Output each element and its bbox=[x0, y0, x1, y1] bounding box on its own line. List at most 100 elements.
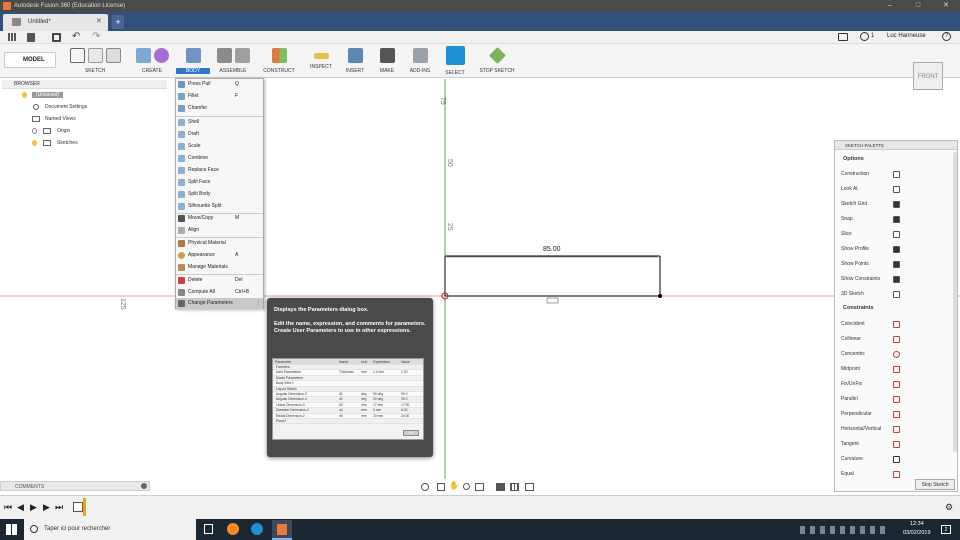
menu-item-split-face[interactable]: Split Face bbox=[176, 177, 263, 188]
measure-icon[interactable] bbox=[313, 53, 329, 59]
new-component-icon[interactable] bbox=[216, 48, 232, 63]
constraints-header[interactable]: Constraints bbox=[835, 302, 957, 314]
menu-item-physical-material[interactable]: Physical Material bbox=[176, 238, 263, 249]
last-step-icon[interactable]: ⏭ bbox=[55, 502, 63, 513]
chrome-icon[interactable] bbox=[251, 523, 263, 535]
more-options-icon[interactable]: ⋮ bbox=[256, 298, 261, 309]
orbit-icon[interactable] bbox=[421, 483, 429, 491]
grid-settings-icon[interactable] bbox=[510, 483, 519, 491]
minimize-icon[interactable]: – bbox=[876, 0, 904, 12]
menu-item-align[interactable]: Align bbox=[176, 225, 263, 236]
box-icon[interactable] bbox=[135, 48, 151, 63]
menu-item-replace-face[interactable]: Replace Face bbox=[176, 165, 263, 176]
constraint-curvature[interactable]: Curvature bbox=[835, 452, 957, 467]
data-panel-icon[interactable] bbox=[8, 33, 17, 41]
option-show-constraints[interactable]: Show Constraints bbox=[835, 272, 957, 287]
checkbox-checked-icon[interactable] bbox=[893, 246, 900, 253]
zoom-window-icon[interactable] bbox=[475, 483, 484, 491]
constraint-perpendicular[interactable]: Perpendicular bbox=[835, 407, 957, 422]
workspace-switcher[interactable]: MODEL bbox=[4, 52, 56, 68]
bulb-icon[interactable] bbox=[32, 140, 37, 146]
browser-root[interactable]: (Unsaved) bbox=[2, 89, 167, 101]
ribbon-group-make[interactable]: MAKE bbox=[372, 44, 402, 78]
save-icon[interactable] bbox=[52, 33, 61, 42]
firefox-icon[interactable] bbox=[227, 523, 239, 535]
palette-scrollbar[interactable] bbox=[953, 152, 957, 452]
ribbon-group-select[interactable]: SELECT bbox=[440, 44, 470, 78]
bulb-icon[interactable] bbox=[22, 92, 27, 98]
menu-item-scale[interactable]: Scale bbox=[176, 141, 263, 152]
menu-item-split-body[interactable]: Split Body bbox=[176, 189, 263, 200]
menu-item-delete[interactable]: Delete Del bbox=[176, 275, 263, 286]
viewcube[interactable]: FRONT bbox=[913, 62, 943, 90]
modify-icon[interactable] bbox=[185, 48, 201, 63]
first-step-icon[interactable]: ⏮ bbox=[4, 502, 12, 513]
joint-icon[interactable] bbox=[234, 48, 250, 63]
file-menu-icon[interactable] bbox=[27, 33, 35, 42]
select-arrow-icon[interactable] bbox=[445, 46, 465, 65]
constraint-concentric[interactable]: Concentric bbox=[835, 347, 957, 362]
constraint-fix-unfix[interactable]: Fix/UnFix bbox=[835, 377, 957, 392]
ribbon-group-stop-sketch[interactable]: STOP SKETCH bbox=[474, 44, 520, 78]
pan-icon[interactable]: ✋ bbox=[449, 481, 459, 490]
scripts-icon[interactable] bbox=[412, 48, 428, 63]
menu-item-fillet[interactable]: Fillet F bbox=[176, 91, 263, 102]
menu-item-shell[interactable]: Shell bbox=[176, 117, 263, 128]
checkbox-icon[interactable] bbox=[893, 231, 900, 238]
ribbon-group-insert[interactable]: INSERT bbox=[340, 44, 370, 78]
checkbox-checked-icon[interactable] bbox=[893, 201, 900, 208]
taskbar-date[interactable]: 03/02/2019 bbox=[903, 530, 931, 536]
checkbox-checked-icon[interactable] bbox=[893, 216, 900, 223]
help-icon[interactable]: ? bbox=[942, 32, 951, 41]
maximize-icon[interactable]: □ bbox=[904, 0, 932, 12]
user-name[interactable]: Luc Hanneuse bbox=[887, 33, 926, 39]
create-sketch-icon[interactable] bbox=[69, 48, 85, 63]
menu-item-combine[interactable]: Combine bbox=[176, 153, 263, 164]
browser-item-document-settings[interactable]: Document Settings bbox=[2, 101, 167, 113]
play-icon[interactable]: ▶ bbox=[30, 502, 37, 513]
insert-image-icon[interactable] bbox=[347, 48, 363, 63]
next-step-icon[interactable]: ▶ bbox=[43, 502, 50, 513]
ribbon-group-construct[interactable]: CONSTRUCT bbox=[258, 44, 300, 78]
browser-header[interactable]: BROWSER bbox=[2, 80, 167, 89]
bulb-icon[interactable] bbox=[32, 128, 37, 134]
system-tray-icons[interactable] bbox=[800, 526, 890, 534]
ribbon-group-inspect[interactable]: INSPECT bbox=[304, 44, 338, 78]
ribbon-group-add-ins[interactable]: ADD-INS bbox=[404, 44, 436, 78]
timeline-marker-icon[interactable] bbox=[83, 498, 86, 516]
windows-start-icon[interactable] bbox=[6, 524, 17, 535]
constraint-parallel[interactable]: Parallel bbox=[835, 392, 957, 407]
checkbox-icon[interactable] bbox=[893, 171, 900, 178]
option-show-profile[interactable]: Show Profile bbox=[835, 242, 957, 257]
option-sketch-grid[interactable]: Sketch Grid bbox=[835, 197, 957, 212]
viewports-icon[interactable] bbox=[525, 483, 534, 491]
menu-item-manage-materials[interactable]: Manage Materials bbox=[176, 262, 263, 273]
undo-icon[interactable]: ↶ bbox=[72, 31, 80, 42]
add-comment-icon[interactable] bbox=[141, 483, 147, 489]
finish-sketch-icon[interactable] bbox=[87, 48, 103, 63]
option-3d-sketch[interactable]: 3D Sketch bbox=[835, 287, 957, 302]
fusion-taskbar-icon[interactable] bbox=[272, 520, 292, 540]
timeline-settings-icon[interactable]: ⚙ bbox=[945, 502, 953, 513]
taskbar-time[interactable]: 12:34 bbox=[910, 521, 924, 527]
constraint-horizontal-vertical[interactable]: Horizontal/Vertical bbox=[835, 422, 957, 437]
menu-item-draft[interactable]: Draft bbox=[176, 129, 263, 140]
previous-step-icon[interactable]: ◀ bbox=[17, 502, 24, 513]
checkbox-icon[interactable] bbox=[893, 291, 900, 298]
menu-item-move-copy[interactable]: Move/Copy M bbox=[176, 213, 263, 224]
menu-item-press-pull[interactable]: Press Pull Q bbox=[176, 79, 263, 90]
ribbon-group-assemble[interactable]: ASSEMBLE bbox=[212, 44, 254, 78]
notifications-icon[interactable]: 2 bbox=[941, 525, 951, 534]
browser-item-sketches[interactable]: Sketches bbox=[2, 137, 167, 149]
menu-item-silhouette-split[interactable]: Silhouette Split bbox=[176, 201, 263, 212]
dimension-value[interactable]: 85.00 bbox=[543, 246, 561, 253]
clock-icon[interactable] bbox=[860, 32, 869, 41]
rectangle-icon[interactable] bbox=[105, 48, 121, 63]
menu-item-compute-all[interactable]: Compute All Ctrl+B bbox=[176, 287, 263, 298]
ribbon-group-create[interactable]: CREATE bbox=[130, 44, 174, 78]
checkbox-checked-icon[interactable] bbox=[893, 261, 900, 268]
3d-print-icon[interactable] bbox=[379, 48, 395, 63]
comments-panel[interactable]: COMMENTS bbox=[0, 481, 150, 491]
timeline-sketch-icon[interactable] bbox=[73, 502, 83, 512]
option-slice[interactable]: Slice bbox=[835, 227, 957, 242]
